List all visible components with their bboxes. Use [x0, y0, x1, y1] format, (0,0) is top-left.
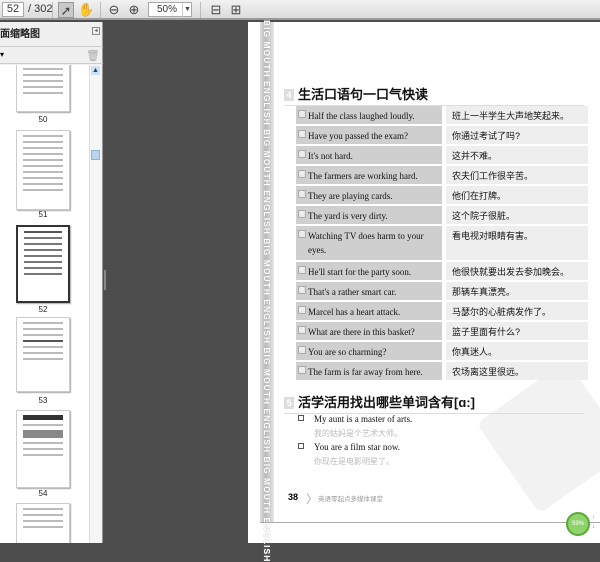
english-phrase: 5 They are playing cards. — [296, 186, 442, 204]
chevron-icon: 〉 — [306, 492, 319, 506]
footer-text: 英语零起点多媒体课堂 — [318, 496, 383, 503]
row-number: 1 — [298, 110, 306, 118]
row-number: 3 — [298, 150, 306, 158]
zoom-out-icon[interactable]: ⊖ — [106, 2, 122, 18]
section-4-title: 4 生活口语句一口气快读 — [284, 84, 584, 106]
row-number: 10 — [298, 306, 306, 314]
phrase-row: 13 The farm is far away from here. 农场离这里很远… — [296, 362, 588, 380]
zoom-in-icon[interactable]: ⊕ — [126, 2, 142, 18]
progress-badge[interactable]: 59% — [566, 512, 590, 536]
panel-toolbar: ▾ 🗑 — [0, 46, 103, 64]
row-number: 4 — [298, 170, 306, 178]
checkbox[interactable] — [298, 415, 304, 421]
thumbnail-page[interactable] — [16, 503, 70, 543]
phrase-row: 11 What are there in this basket? 篮子里面有什么? — [296, 322, 588, 340]
thumbnail-page[interactable] — [16, 65, 70, 112]
thumbnail-label: 52 — [38, 305, 48, 314]
chinese-translation: 农场离这里很远。 — [446, 362, 588, 380]
phrase-row: 3 It's not hard. 这并不难。 — [296, 146, 588, 164]
speed-arrows-icon: ↑ ↓ — [592, 515, 595, 530]
fit-width-icon[interactable]: ⊟ — [208, 2, 224, 18]
row-number: 9 — [298, 286, 306, 294]
chinese-translation: 看电视对眼睛有害。 — [446, 226, 588, 260]
row-number: 12 — [298, 346, 306, 354]
scrollbar-thumb[interactable] — [91, 150, 100, 160]
english-phrase: 11 What are there in this basket? — [296, 322, 442, 340]
phrase-row: 4 The farmers are working hard. 农夫们工作很辛苦。 — [296, 166, 588, 184]
thumbnail-scrollbar[interactable]: ▲ — [89, 65, 101, 543]
row-number: 6 — [298, 210, 306, 218]
panel-title: 页面缩略图 — [0, 29, 40, 40]
phrase-row: 10 Marcel has a heart attack. 马瑟尔的心脏病发作了。 — [296, 302, 588, 320]
phrase-row: 6 The yard is very dirty. 这个院子很脏。 — [296, 206, 588, 224]
row-number: 8 — [298, 266, 306, 274]
watermark-stamp — [476, 360, 600, 514]
chinese-translation: 农夫们工作很辛苦。 — [446, 166, 588, 184]
checkbox[interactable] — [298, 443, 304, 449]
page-total: / 302 — [28, 3, 53, 15]
thumbnail-panel: 页面缩略图 ◂ ▾ 🗑 50 51 52 53 54 ▲ — [0, 22, 103, 543]
english-phrase: 3 It's not hard. — [296, 146, 442, 164]
chinese-translation: 马瑟尔的心脏病发作了。 — [446, 302, 588, 320]
chinese-translation: 这个院子很脏。 — [446, 206, 588, 224]
row-number: 13 — [298, 366, 306, 374]
thumbnail-label: 54 — [38, 489, 48, 498]
english-phrase: 2 Have you passed the exam? — [296, 126, 442, 144]
english-phrase: 12 You are so charming? — [296, 342, 442, 360]
chinese-translation: 你通过考试了吗? — [446, 126, 588, 144]
page-number-input[interactable]: 52 — [2, 2, 24, 17]
phrase-row: 12 You are so charming? 你真迷人。 — [296, 342, 588, 360]
page-spine: BIG MOUTH ENGLISH BIG MOUTH ENGLISH BIG … — [260, 20, 274, 562]
hand-tool-icon[interactable]: ✋ — [78, 2, 94, 18]
english-phrase: 8 He'll start for the party soon. — [296, 262, 442, 280]
row-number: 2 — [298, 130, 306, 138]
english-phrase: 13 The farm is far away from here. — [296, 362, 442, 380]
fit-page-icon[interactable]: ⊞ — [228, 2, 244, 18]
chinese-translation: 篮子里面有什么? — [446, 322, 588, 340]
options-menu-icon[interactable]: ▾ — [0, 50, 4, 59]
row-number: 7 — [298, 230, 306, 238]
english-phrase: 7 Watching TV does harm to your eyes. — [296, 226, 442, 260]
english-phrase: 4 The farmers are working hard. — [296, 166, 442, 184]
english-phrase: 1 Half the class laughed loudly. — [296, 106, 442, 124]
collapse-panel-button[interactable]: ◂ — [92, 27, 100, 35]
zoom-dropdown-icon[interactable]: ▼ — [182, 3, 192, 18]
english-phrase: 6 The yard is very dirty. — [296, 206, 442, 224]
trash-icon[interactable]: 🗑 — [86, 49, 100, 62]
phrase-row: 8 He'll start for the party soon. 他很快就要出发去… — [296, 262, 588, 280]
toolbar: 52 / 302 ➚ ✋ ⊖ ⊕ 50% ▼ ⊟ ⊞ — [0, 0, 600, 20]
thumbnail-list: 50 51 52 53 54 — [0, 65, 89, 543]
thumbnail-label: 53 — [38, 396, 48, 405]
row-number: 11 — [298, 326, 306, 334]
english-phrase: 9 That's a rather smart car. — [296, 282, 442, 300]
thumbnail-page[interactable] — [16, 410, 70, 488]
section-5-title: 5 活学活用找出哪些单词含有[ɑ:] — [284, 392, 584, 414]
scroll-up-icon[interactable]: ▲ — [91, 66, 100, 75]
phrase-row: 2 Have you passed the exam? 你通过考试了吗? — [296, 126, 588, 144]
chinese-translation: 这并不难。 — [446, 146, 588, 164]
select-tool-icon[interactable]: ➚ — [58, 2, 74, 18]
document-page: BIG MOUTH ENGLISH BIG MOUTH ENGLISH BIG … — [248, 20, 600, 562]
chinese-translation: 你真迷人。 — [446, 342, 588, 360]
thumbnail-label: 50 — [38, 115, 48, 124]
thumbnail-page[interactable] — [16, 317, 70, 392]
thumbnail-label: 51 — [38, 210, 48, 219]
phrase-row: 5 They are playing cards. 他们在打牌。 — [296, 186, 588, 204]
english-phrase: 10 Marcel has a heart attack. — [296, 302, 442, 320]
page-number: 38 — [288, 492, 299, 502]
panel-splitter[interactable] — [104, 270, 106, 290]
phrase-row: 7 Watching TV does harm to your eyes. 看电视对… — [296, 226, 588, 260]
chinese-translation: 他们在打牌。 — [446, 186, 588, 204]
thumbnail-page[interactable] — [16, 130, 70, 210]
phrase-row: 9 That's a rather smart car. 那辆车真漂亮。 — [296, 282, 588, 300]
chinese-translation: 那辆车真漂亮。 — [446, 282, 588, 300]
chinese-translation: 他很快就要出发去参加晚会。 — [446, 262, 588, 280]
thumbnail-page-selected[interactable] — [16, 225, 70, 303]
phrase-row: 1 Half the class laughed loudly. 班上一半学生大声地… — [296, 106, 588, 124]
row-number: 5 — [298, 190, 306, 198]
chinese-translation: 班上一半学生大声地笑起来。 — [446, 106, 588, 124]
page-edge — [260, 522, 600, 523]
